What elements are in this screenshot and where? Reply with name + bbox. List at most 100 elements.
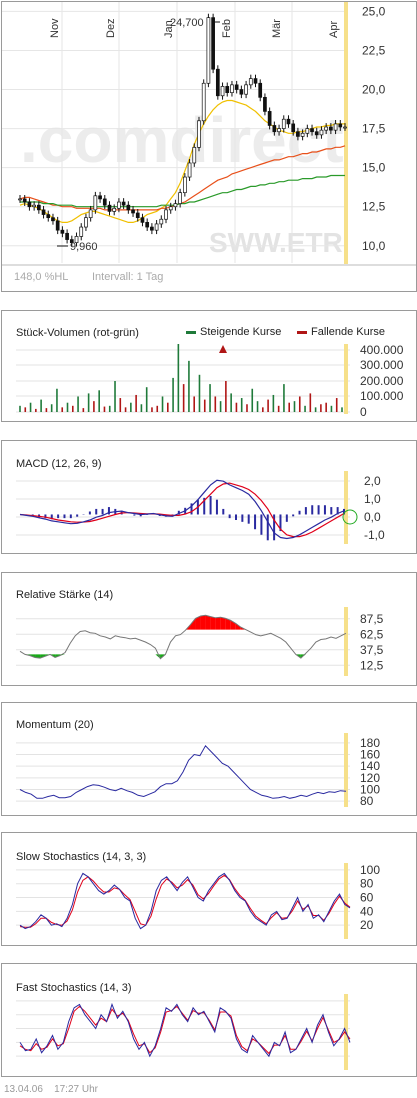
price-candle <box>333 123 338 131</box>
overbought-area <box>200 615 206 630</box>
price-candle <box>65 232 69 240</box>
price-candle <box>305 128 310 134</box>
price-candle <box>244 84 248 95</box>
stoch-k-line <box>19 1002 351 1058</box>
price-candle <box>18 198 22 201</box>
price-candle <box>46 214 51 219</box>
price-candle <box>93 195 98 211</box>
price-candle <box>178 192 182 204</box>
current-day-marker <box>344 471 348 544</box>
high-label: 24,700 <box>170 17 204 29</box>
rsi-line <box>19 614 347 660</box>
y-tick-label: 40 <box>360 904 374 918</box>
price-candle <box>88 209 93 219</box>
price-candle <box>154 223 159 231</box>
price-candle <box>107 204 112 212</box>
x-tick-label: Apr <box>328 21 340 38</box>
price-candle <box>140 217 145 223</box>
y-tick-label: 100 <box>360 863 380 877</box>
timestamp-date: 13.04.06 <box>4 1084 43 1095</box>
price-candle <box>84 217 88 228</box>
macd-line <box>19 479 345 540</box>
x-tick-label: Mär <box>271 19 283 38</box>
price-candle <box>197 120 201 148</box>
price-candle <box>253 78 258 84</box>
y-tick-label: 400.000 <box>360 343 404 357</box>
price-candle <box>121 201 126 206</box>
price-candle <box>145 222 150 228</box>
current-day-marker <box>344 607 348 676</box>
rsi-panel: Relative Stärke (14) 87,5 62,5 37,5 12,5 <box>1 572 417 686</box>
price-candle <box>79 226 84 237</box>
price-candle <box>36 204 41 211</box>
y-tick-label: 87,5 <box>360 612 384 626</box>
price-candle <box>277 128 281 133</box>
y-tick-label: 10,0 <box>362 239 386 253</box>
price-candle <box>135 212 140 219</box>
price-candle <box>230 84 234 93</box>
y-tick-label: 62,5 <box>360 627 384 641</box>
price-candle <box>27 201 32 208</box>
y-tick-label: 25,0 <box>362 4 386 18</box>
price-candle <box>168 206 173 211</box>
slow-stoch-chart[interactable]: 10080604020 <box>2 833 416 945</box>
legend-down: Fallende Kurse <box>297 326 385 338</box>
price-candle <box>41 209 46 215</box>
ticker-watermark: SWW.ETR <box>209 227 343 258</box>
price-candle <box>291 123 296 133</box>
y-tick-label: 0 <box>360 405 367 419</box>
interval-info: Intervall: 1 Tag <box>92 271 163 283</box>
price-candle <box>51 217 55 222</box>
momentum-panel: Momentum (20) 180 160 140 120 100 80 <box>1 702 417 816</box>
momentum-line <box>19 744 347 799</box>
macd-signal-line <box>19 482 345 538</box>
y-tick-label: 60 <box>360 891 374 905</box>
price-candle <box>55 220 60 231</box>
price-candle <box>206 17 211 84</box>
price-candle <box>310 128 314 133</box>
y-tick-label: 12,5 <box>362 200 386 214</box>
x-tick-label: Dez <box>105 18 117 38</box>
fast-stoch-chart[interactable] <box>2 964 416 1076</box>
price-candle <box>343 126 347 129</box>
fast-stoch-panel: Fast Stochastics (14, 3) <box>1 963 417 1077</box>
volume-overflow-arrow <box>219 345 227 353</box>
y-tick-label: 80 <box>360 794 374 808</box>
y-tick-label: 100.000 <box>360 389 404 403</box>
macd-panel: MACD (12, 26, 9) 2,0 1,0 0,0 -1,0 <box>1 440 417 554</box>
y-tick-label: 20 <box>360 918 374 932</box>
price-candle <box>248 78 253 86</box>
price-candle <box>319 129 324 136</box>
price-candle <box>173 203 178 208</box>
price-candle <box>192 146 197 164</box>
stoch-d-line <box>19 1005 351 1055</box>
price-chart-panel: .comdirect SWW.ETR 25,0 22,5 20,0 17,5 15,0 12,… <box>1 1 417 292</box>
y-tick-label: 12,5 <box>360 658 384 672</box>
rsi-chart[interactable]: 87,562,5 37,512,5 <box>2 573 416 685</box>
overbought-area <box>215 617 221 630</box>
y-tick-label: 15,0 <box>362 161 386 175</box>
price-candle <box>314 131 319 136</box>
range-info: 148,0 %HL <box>14 271 68 283</box>
price-candle <box>215 68 220 97</box>
momentum-chart[interactable]: 18016014012010080 <box>2 703 416 815</box>
legend-up-swatch <box>186 330 196 334</box>
low-label: 9,960 <box>70 241 98 253</box>
y-tick-label: 20,0 <box>362 83 386 97</box>
macd-chart[interactable]: 2,0 1,0 0,0 -1,0 <box>2 441 416 553</box>
x-tick-label: Feb <box>221 19 233 38</box>
price-candle <box>126 204 131 211</box>
slow-stoch-panel: Slow Stochastics (14, 3, 3) 100 80 60 40 20 <box>1 832 417 946</box>
y-tick-label: 22,5 <box>362 43 386 57</box>
price-candle <box>239 89 244 95</box>
y-tick-label: 0,0 <box>364 510 381 524</box>
overbought-area <box>210 616 216 630</box>
price-candle <box>329 126 333 131</box>
price-candle <box>286 118 291 125</box>
timestamp: 13.04.06 17:27 Uhr <box>4 1084 98 1095</box>
price-candle <box>267 111 272 126</box>
current-day-marker <box>344 2 348 264</box>
y-tick-label: 17,5 <box>362 122 386 136</box>
y-tick-label: -1,0 <box>364 528 385 542</box>
price-chart[interactable]: .comdirect SWW.ETR 25,0 22,5 20,0 17,5 15,0 12,… <box>2 2 416 291</box>
